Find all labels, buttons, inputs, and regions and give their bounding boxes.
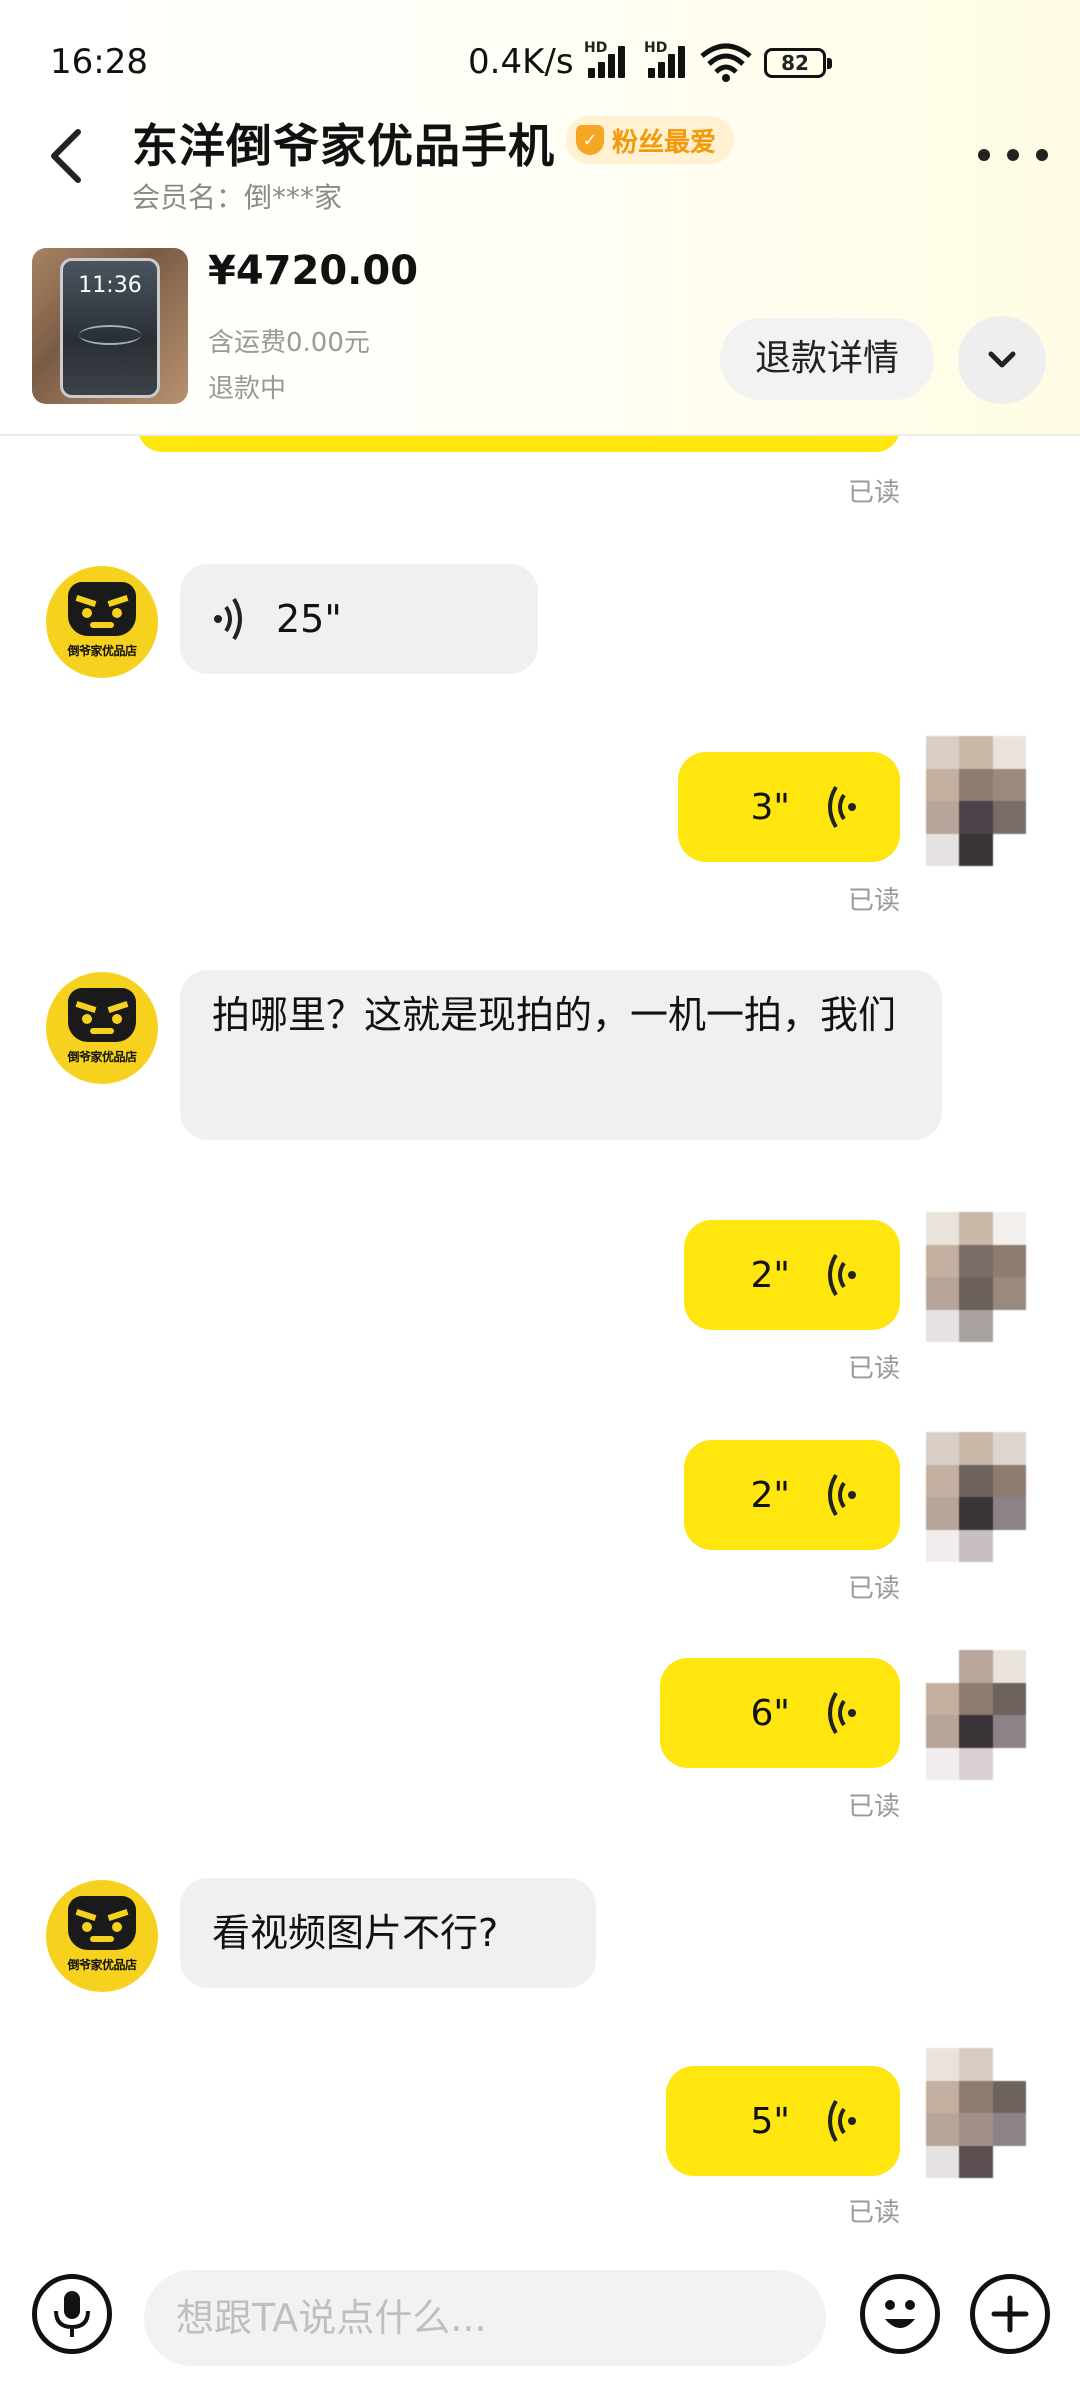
more-actions-button[interactable] [970,2274,1050,2354]
network-speed: 0.4K/s [468,42,574,82]
voice-message-outgoing[interactable]: 2" [684,1440,900,1550]
user-avatar[interactable] [926,736,1026,866]
voice-message-outgoing[interactable]: 6" [660,1658,900,1768]
expand-button[interactable] [958,316,1046,404]
shop-avatar[interactable]: 倒爷家优品店 [46,972,158,1084]
voice-message-outgoing[interactable]: 3" [678,752,900,862]
read-receipt: 已读 [848,1574,901,1604]
shop-avatar[interactable]: 倒爷家优品店 [46,566,158,678]
voice-duration: 2" [750,1254,790,1296]
emoji-button[interactable] [860,2274,940,2354]
order-shipping: 含运费0.00元 [208,328,370,358]
battery-indicator: 82 [764,48,832,78]
read-receipt: 已读 [848,1354,901,1384]
wifi-icon [700,43,752,82]
read-receipt: 已读 [848,2198,901,2228]
voice-duration: 6" [750,1692,790,1734]
back-button[interactable] [38,116,98,196]
header: 16:28 0.4K/s HD HD 82 东洋倒爷家优品手机 ✓ 粉丝最爱 会… [0,0,1080,436]
order-price: ¥4720.00 [208,248,419,294]
user-avatar[interactable] [926,1432,1026,1562]
voice-wave-icon [210,597,250,641]
member-name: 会员名：倒***家 [132,181,343,214]
voice-wave-icon [820,785,860,829]
fan-badge: ✓ 粉丝最爱 [566,116,735,164]
shop-avatar-tag: 倒爷家优品店 [67,1050,137,1064]
voice-wave-icon [820,1691,860,1735]
chevron-down-icon [988,351,1016,368]
chat-list[interactable]: 已读 倒爷家优品店 25" 3" 已读 倒爷家优品店 拍哪里？这就是现拍的，一机… [0,436,1080,2252]
microphone-icon [54,2291,90,2337]
signal-icon: HD [582,40,632,80]
shop-avatar[interactable]: 倒爷家优品店 [46,1880,158,1992]
more-icon [978,149,990,161]
text-message-incoming[interactable]: 看视频图片不行? [180,1878,596,1988]
read-receipt: 已读 [848,886,901,916]
status-bar: 16:28 0.4K/s HD HD 82 [0,0,1080,110]
status-time: 16:28 [50,42,148,82]
signal-hd-label: HD [584,40,608,56]
voice-message-outgoing[interactable]: 2" [684,1220,900,1330]
user-avatar[interactable] [926,2048,1026,2178]
emoji-icon [885,2300,915,2328]
shop-avatar-tag: 倒爷家优品店 [67,1958,137,1972]
voice-wave-icon [820,1473,860,1517]
voice-input-button[interactable] [32,2274,112,2354]
input-bar [0,2252,1080,2400]
user-avatar[interactable] [926,1212,1026,1342]
voice-duration: 3" [750,786,790,828]
user-avatar[interactable] [926,1650,1026,1780]
voice-duration: 2" [750,1474,790,1516]
shield-icon: ✓ [576,125,604,155]
plus-icon [991,2295,1029,2333]
order-status: 退款中 [208,374,287,404]
shop-name[interactable]: 东洋倒爷家优品手机 [132,110,555,176]
voice-message-incoming[interactable]: 25" [180,564,538,674]
message-bubble-partial [138,436,900,452]
refund-details-button[interactable]: 退款详情 [720,318,934,400]
back-icon [51,129,81,183]
signal-hd-label-2: HD [644,40,668,56]
product-thumbnail[interactable]: 11:36 [32,248,188,404]
read-receipt: 已读 [848,1792,901,1822]
voice-duration: 5" [750,2100,790,2142]
signal-icon-2: HD [642,40,692,80]
read-receipt: 已读 [848,478,901,508]
more-button[interactable] [978,130,1048,180]
voice-message-outgoing[interactable]: 5" [666,2066,900,2176]
text-message-incoming[interactable]: 拍哪里？这就是现拍的，一机一拍，我们 [180,970,942,1140]
voice-duration: 25" [276,597,342,641]
message-input[interactable] [144,2270,826,2366]
fan-badge-label: 粉丝最爱 [612,127,717,158]
thumb-clock: 11:36 [78,273,142,298]
voice-wave-icon [820,2099,860,2143]
voice-wave-icon [820,1253,860,1297]
shop-avatar-tag: 倒爷家优品店 [67,644,137,658]
